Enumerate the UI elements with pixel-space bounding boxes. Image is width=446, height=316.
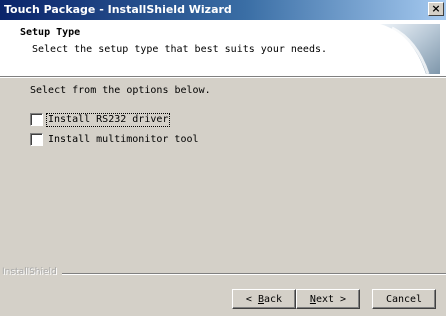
close-icon: × bbox=[431, 2, 441, 15]
next-rest: ext > bbox=[315, 293, 347, 305]
option-multimonitor-tool[interactable]: Install multimonitor tool bbox=[30, 133, 200, 146]
page-subtitle: Select the setup type that best suits yo… bbox=[32, 44, 328, 55]
installshield-swoosh-icon bbox=[380, 24, 440, 75]
close-button[interactable]: × bbox=[428, 2, 444, 16]
multimonitor-tool-checkbox[interactable] bbox=[30, 133, 43, 146]
multimonitor-tool-label[interactable]: Install multimonitor tool bbox=[47, 134, 200, 146]
instruction-text: Select from the options below. bbox=[30, 85, 211, 96]
footer-divider bbox=[62, 273, 446, 275]
installshield-brand: InstallShield bbox=[2, 267, 57, 277]
rs232-driver-checkbox[interactable] bbox=[30, 113, 43, 126]
page-title: Setup Type bbox=[20, 27, 81, 38]
title-bar[interactable]: Touch Package - InstallShield Wizard × bbox=[0, 0, 446, 20]
brand-row: InstallShield bbox=[0, 267, 446, 279]
rs232-driver-label[interactable]: Install RS232 driver bbox=[45, 112, 171, 127]
back-prefix: < bbox=[245, 293, 258, 305]
back-button[interactable]: < Back bbox=[232, 289, 296, 309]
next-button[interactable]: Next > bbox=[296, 289, 360, 309]
cancel-button[interactable]: Cancel bbox=[372, 289, 436, 309]
installshield-wizard-window: Touch Package - InstallShield Wizard × S… bbox=[0, 0, 446, 316]
header-divider bbox=[0, 76, 446, 78]
window-title: Touch Package - InstallShield Wizard bbox=[4, 3, 232, 16]
wizard-header: Setup Type Select the setup type that be… bbox=[0, 20, 446, 76]
option-rs232-driver[interactable]: Install RS232 driver bbox=[30, 112, 171, 127]
back-rest: ack bbox=[264, 293, 283, 305]
